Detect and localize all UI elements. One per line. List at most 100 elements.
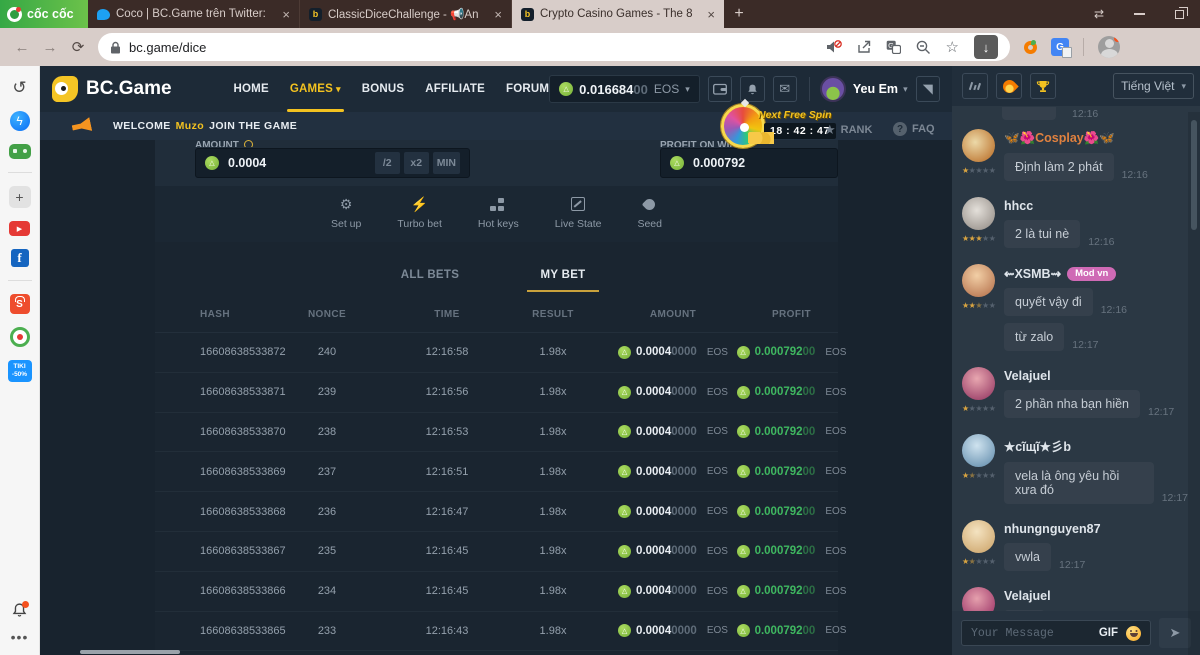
avatar[interactable] xyxy=(962,434,995,467)
share-icon[interactable] xyxy=(857,40,871,54)
chat-username[interactable]: 🦋🌺Cosplay🌺🦋 xyxy=(1004,131,1188,146)
half-bet-button[interactable]: /2 xyxy=(375,152,400,174)
chat-toggle-button[interactable]: ◥ xyxy=(916,76,940,102)
table-row[interactable]: 1660863853386623412:16:451.98x△0.0004000… xyxy=(155,572,838,612)
browser-tab[interactable]: bCrypto Casino Games - The 8× xyxy=(512,0,724,28)
fireball-button[interactable] xyxy=(996,73,1022,99)
message-bubble[interactable]: từ zalo xyxy=(1004,323,1064,351)
tool-turbo-bet[interactable]: ⚡Turbo bet xyxy=(397,196,442,242)
translate-icon[interactable]: G xyxy=(1051,38,1069,56)
nav-item-affiliate[interactable]: AFFILIATE xyxy=(425,66,485,112)
bookmark-star-icon[interactable]: ☆ xyxy=(946,38,959,56)
restore-icon[interactable] xyxy=(1175,10,1184,19)
coccoc-icon[interactable] xyxy=(10,327,30,347)
chat-username[interactable]: ★cĩщĩ★彡b xyxy=(1004,436,1188,455)
chat-username[interactable]: Velajuel xyxy=(1004,369,1188,383)
table-row[interactable]: 1660863853386723512:16:451.98x△0.0004000… xyxy=(155,532,838,572)
browser-tab[interactable]: Coco | BC.Game trên Twitter:× xyxy=(88,0,300,28)
message-bubble[interactable]: vwla xyxy=(1004,543,1051,571)
tiki-icon[interactable]: TIKI -50% xyxy=(8,360,32,382)
notifications-bell-icon[interactable] xyxy=(11,602,28,619)
download-icon[interactable]: ↓ xyxy=(974,35,998,59)
language-selector[interactable]: Tiếng Việt▾ xyxy=(1113,73,1194,99)
close-tab-icon[interactable]: × xyxy=(707,7,715,22)
table-row[interactable]: 1660863853387123912:16:561.98x△0.0004000… xyxy=(155,373,838,413)
amount-input[interactable]: △ 0.0004 /2 x2 MIN xyxy=(195,148,470,178)
site-title[interactable]: BC.Game xyxy=(86,78,172,100)
add-icon[interactable]: + xyxy=(9,186,31,208)
tool-set-up[interactable]: ⚙Set up xyxy=(331,196,361,242)
nav-item-bonus[interactable]: BONUS xyxy=(362,66,405,112)
avatar[interactable] xyxy=(962,367,995,400)
browser-tab[interactable]: bClassicDiceChallenge - 📢An× xyxy=(300,0,512,28)
close-tab-icon[interactable]: × xyxy=(494,7,502,22)
more-dots-icon[interactable]: ••• xyxy=(11,629,29,645)
facebook-icon[interactable]: f xyxy=(11,249,29,267)
table-row[interactable]: 1660863853386823612:16:471.98x△0.0004000… xyxy=(155,492,838,532)
new-tab-button[interactable]: + xyxy=(724,0,754,28)
shopee-icon[interactable]: S xyxy=(10,294,30,314)
chat-username[interactable]: hhcc xyxy=(1004,199,1188,213)
rank-button[interactable]: ★RANK xyxy=(824,122,872,138)
gif-button[interactable]: GIF xyxy=(1099,627,1118,639)
forward-icon[interactable]: → xyxy=(36,39,64,56)
scrollbar-thumb[interactable] xyxy=(1191,120,1197,230)
minimize-icon[interactable] xyxy=(1134,13,1145,15)
split-screen-icon[interactable]: ⇄ xyxy=(1094,7,1104,21)
send-button[interactable]: ➤ xyxy=(1159,618,1191,648)
user-name[interactable]: Yeu Em xyxy=(853,82,898,96)
tool-hot-keys[interactable]: Hot keys xyxy=(478,196,519,242)
min-bet-button[interactable]: MIN xyxy=(433,152,460,174)
tab-my-bet[interactable]: MY BET xyxy=(527,269,599,292)
zoom-out-icon[interactable] xyxy=(916,40,931,55)
history-icon[interactable]: ↺ xyxy=(12,78,26,98)
nav-item-home[interactable]: HOME xyxy=(234,66,269,112)
avatar[interactable] xyxy=(962,264,995,297)
tool-live-state[interactable]: Live State xyxy=(555,196,602,242)
user-avatar[interactable] xyxy=(820,76,846,102)
nav-item-games[interactable]: GAMES▾ xyxy=(290,66,341,112)
message-input[interactable]: Your Message GIF xyxy=(961,620,1151,646)
bcgame-logo-icon[interactable] xyxy=(52,76,78,102)
chat-username[interactable]: Velajuel xyxy=(1004,589,1188,603)
wallet-button[interactable] xyxy=(708,76,732,102)
tool-seed[interactable]: Seed xyxy=(637,196,662,242)
chat-username[interactable]: nhungnguyen87 xyxy=(1004,522,1188,536)
message-bubble[interactable]: vela là ông yêu hồi xưa đó xyxy=(1004,462,1154,504)
emoji-button[interactable] xyxy=(1126,626,1141,641)
volume-muted-icon[interactable] xyxy=(826,40,842,54)
translate-page-icon[interactable]: G xyxy=(886,40,901,54)
messenger-icon[interactable]: ϟ xyxy=(10,111,30,131)
message-bubble[interactable]: quyết vậy đi xyxy=(1004,288,1093,316)
avatar[interactable] xyxy=(962,520,995,553)
message-bubble[interactable]: Định làm 2 phát xyxy=(1004,153,1114,181)
chat-username[interactable]: ⇜XSMB⇝Mod vn xyxy=(1004,266,1188,281)
user-chevron-down-icon[interactable]: ▾ xyxy=(903,84,908,95)
rain-button[interactable] xyxy=(962,73,988,99)
message-bubble[interactable]: 2 phần nha bạn hiền xyxy=(1004,390,1140,418)
coccoc-brand-button[interactable]: cốc cốc xyxy=(0,0,88,28)
message-bubble[interactable]: 2 là tui nè xyxy=(1004,220,1080,248)
double-bet-button[interactable]: x2 xyxy=(404,152,429,174)
coccoc-update-icon[interactable] xyxy=(1024,41,1037,54)
reload-icon[interactable]: ⟳ xyxy=(64,38,92,56)
trophy-button[interactable] xyxy=(1030,73,1056,99)
profile-avatar[interactable] xyxy=(1098,36,1120,58)
table-row[interactable]: 1660863853387023812:16:531.98x△0.0004000… xyxy=(155,413,838,453)
table-row[interactable]: 1660863853387224012:16:581.98x△0.0004000… xyxy=(155,333,838,373)
page-scrollbar[interactable] xyxy=(1188,112,1200,655)
avatar[interactable] xyxy=(962,197,995,230)
address-bar[interactable]: bc.game/dice G ☆ ↓ xyxy=(98,33,1010,61)
back-icon[interactable]: ← xyxy=(8,39,36,56)
table-row[interactable]: 1660863853386523312:16:431.98x△0.0004000… xyxy=(155,612,838,652)
faq-button[interactable]: ?FAQ xyxy=(893,122,935,136)
nav-item-forum[interactable]: FORUM xyxy=(506,66,549,112)
balance-selector[interactable]: △ 0.01668400 EOS ▾ xyxy=(549,75,700,103)
avatar[interactable] xyxy=(962,129,995,162)
table-row[interactable]: 1660863853386923712:16:511.98x△0.0004000… xyxy=(155,452,838,492)
mail-button[interactable]: ✉ xyxy=(773,76,797,102)
youtube-icon[interactable]: ▶ xyxy=(9,221,30,236)
horizontal-scrollbar[interactable] xyxy=(80,650,180,654)
close-tab-icon[interactable]: × xyxy=(282,7,290,22)
games-icon[interactable] xyxy=(9,144,31,159)
